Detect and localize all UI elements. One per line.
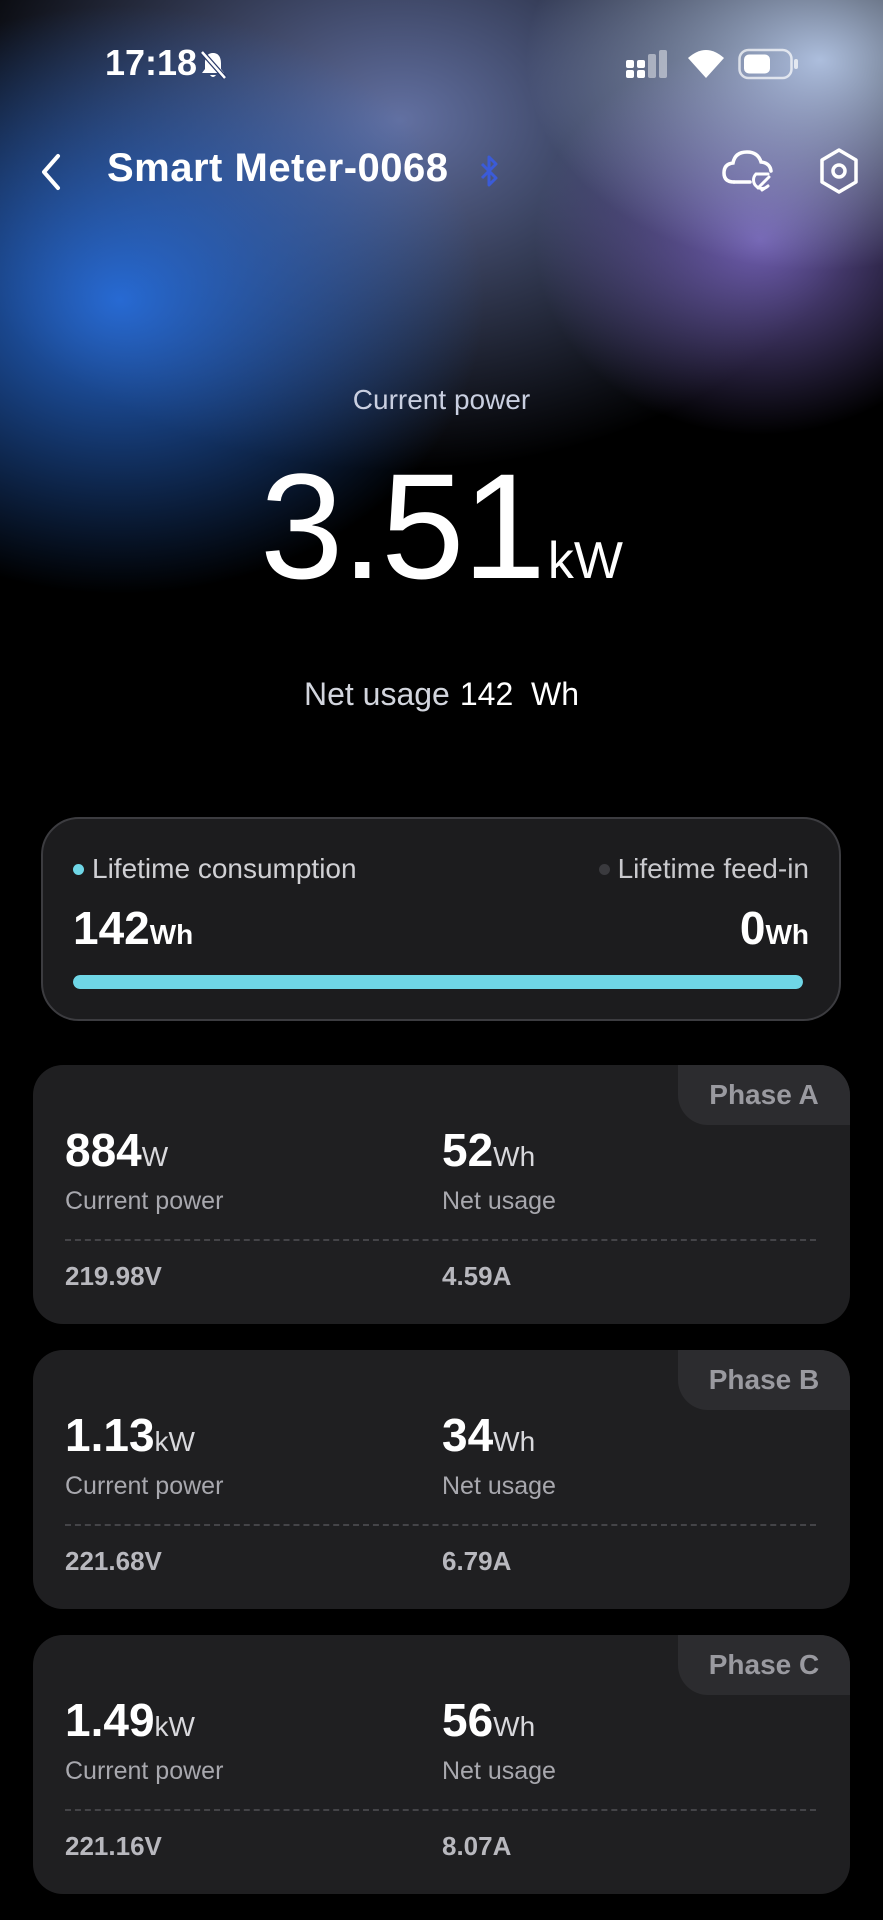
phase-card[interactable]: Phase C 1.49kW Current power 56Wh Net us… <box>33 1635 850 1894</box>
phase-net-value: 34 <box>442 1409 494 1461</box>
status-time: 17:18 <box>105 42 198 83</box>
phase-net-usage: 56Wh Net usage <box>442 1693 556 1786</box>
phase-power-unit: kW <box>154 1426 195 1457</box>
wifi-icon <box>688 50 724 78</box>
phase-net-label: Net usage <box>442 1472 556 1500</box>
phase-net-value: 56 <box>442 1694 494 1746</box>
phase-tag: Phase B <box>678 1350 850 1410</box>
page-title: Smart Meter-0068 <box>107 146 449 190</box>
phase-net-unit: Wh <box>493 1711 536 1742</box>
lifetime-progress-fill <box>73 975 803 989</box>
phase-net-unit: Wh <box>493 1426 536 1457</box>
phase-power-value: 884 <box>65 1124 142 1176</box>
status-bar: 17:18 <box>0 0 883 130</box>
lifetime-consumption-unit: Wh <box>149 919 194 950</box>
phase-net-usage: 34Wh Net usage <box>442 1408 556 1501</box>
cloud-sync-icon[interactable] <box>720 144 776 194</box>
lifetime-feedin-unit: Wh <box>765 919 809 950</box>
lifetime-feedin: Lifetime feed-in 0Wh <box>598 853 809 955</box>
lifetime-progress-bar <box>73 975 803 989</box>
phase-net-unit: Wh <box>493 1141 536 1172</box>
phase-voltage: 221.68V <box>65 1546 162 1576</box>
phase-current-power: 884W Current power <box>65 1123 223 1216</box>
phase-power-unit: W <box>141 1141 169 1172</box>
phase-net-usage: 52Wh Net usage <box>442 1123 556 1216</box>
back-icon[interactable] <box>34 150 68 194</box>
divider <box>65 1809 816 1811</box>
battery-icon <box>738 48 798 80</box>
phase-power-label: Current power <box>65 1187 224 1215</box>
signal-icon <box>626 50 667 78</box>
lifetime-consumption: Lifetime consumption 142Wh <box>73 853 357 955</box>
bluetooth-icon <box>480 155 498 187</box>
lifetime-card[interactable]: Lifetime consumption 142Wh Lifetime feed… <box>41 817 841 1021</box>
app-header: Smart Meter-0068 <box>0 130 883 210</box>
phase-power-value: 1.49 <box>65 1694 155 1746</box>
current-power-label: Current power <box>352 384 531 415</box>
phase-card[interactable]: Phase B 1.13kW Current power 34Wh Net us… <box>33 1350 850 1609</box>
current-power-value: 3.51kW <box>0 440 883 613</box>
phase-net-value: 52 <box>442 1124 494 1176</box>
lifetime-feedin-label: Lifetime feed-in <box>617 853 809 884</box>
lifetime-feedin-value: 0 <box>739 902 766 954</box>
divider <box>65 1524 816 1526</box>
net-usage-summary: Net usage 142 Wh <box>0 676 883 713</box>
phase-net-label: Net usage <box>442 1757 556 1785</box>
phase-voltage: 221.16V <box>65 1831 162 1861</box>
phase-voltage: 219.98V <box>65 1261 162 1291</box>
current-power-number: 3.51 <box>259 442 546 610</box>
phase-current: 8.07A <box>442 1831 512 1861</box>
phase-power-value: 1.13 <box>65 1409 155 1461</box>
settings-icon[interactable] <box>816 146 862 196</box>
phase-power-label: Current power <box>65 1757 224 1785</box>
feedin-dot <box>598 863 610 875</box>
phase-current-power: 1.13kW Current power <box>65 1408 223 1501</box>
net-usage-value: 142 Wh <box>459 676 580 712</box>
phase-current: 6.79A <box>442 1546 512 1576</box>
phase-current-power: 1.49kW Current power <box>65 1693 223 1786</box>
phase-tag: Phase A <box>678 1065 850 1125</box>
current-power-unit: kW <box>547 532 624 590</box>
bell-muted-icon <box>200 50 227 80</box>
phase-net-label: Net usage <box>442 1187 556 1215</box>
phase-current: 4.59A <box>442 1261 512 1291</box>
net-usage-label: Net usage <box>303 676 450 712</box>
phase-power-unit: kW <box>154 1711 195 1742</box>
consumption-dot <box>73 863 84 875</box>
phase-card[interactable]: Phase A 884W Current power 52Wh Net usag… <box>33 1065 850 1324</box>
lifetime-consumption-label: Lifetime consumption <box>92 853 357 884</box>
phase-power-label: Current power <box>65 1472 224 1500</box>
lifetime-consumption-value: 142 <box>73 902 150 954</box>
divider <box>65 1239 816 1241</box>
phase-tag: Phase C <box>678 1635 850 1695</box>
